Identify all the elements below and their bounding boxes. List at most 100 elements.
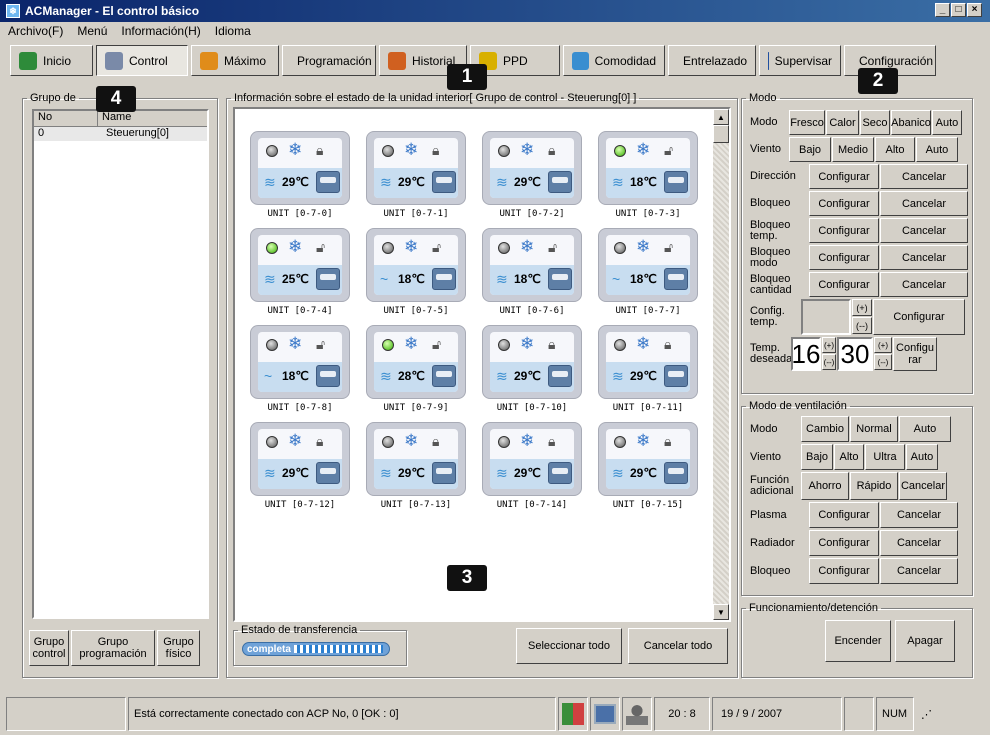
config-temp-configure-button[interactable]: Configurar	[873, 299, 965, 335]
mode-abanico-button[interactable]: Abanico	[891, 110, 931, 135]
indoor-unit[interactable]: ❄ 🔒︎ ≋ 29℃ UNIT [0-7-10]	[482, 325, 582, 417]
column-header-name[interactable]: Name	[98, 111, 131, 126]
vent-cancel-button[interactable]: Cancelar	[880, 558, 958, 584]
toolbar-mximo-button[interactable]: Máximo	[191, 45, 279, 76]
min-temp-plus-button[interactable]: (+)	[822, 337, 836, 353]
function-rápido-button[interactable]: Rápido	[850, 472, 898, 500]
group-control-button[interactable]: Grupo control	[29, 630, 69, 666]
configure-button[interactable]: Configurar	[809, 272, 879, 297]
toolbar-entrelazado-button[interactable]: Entrelazado	[668, 45, 756, 76]
group-physical-button[interactable]: Grupo físico	[157, 630, 200, 666]
indoor-unit[interactable]: ❄ 🔓︎ ≋ 18℃ UNIT [0-7-3]	[598, 131, 698, 223]
toolbar-comodidad-button[interactable]: Comodidad	[563, 45, 665, 76]
vent-mode-auto-button[interactable]: Auto	[899, 416, 951, 442]
vent-configure-button[interactable]: Configurar	[809, 502, 879, 528]
toolbar-programacin-button[interactable]: Programación	[282, 45, 376, 76]
mode-fresco-button[interactable]: Fresco	[789, 110, 825, 135]
toolbar-inicio-button[interactable]: Inicio	[10, 45, 93, 76]
cancel-button[interactable]: Cancelar	[880, 245, 968, 270]
cancel-all-button[interactable]: Cancelar todo	[628, 628, 728, 664]
mode-seco-button[interactable]: Seco	[860, 110, 890, 135]
cancel-button[interactable]: Cancelar	[880, 164, 968, 189]
wind-bajo-button[interactable]: Bajo	[789, 137, 831, 162]
vent-configure-button[interactable]: Configurar	[809, 530, 879, 556]
power-off-button[interactable]: Apagar	[895, 620, 955, 662]
indoor-unit[interactable]: ❄ 🔓︎ ≋ 18℃ UNIT [0-7-6]	[482, 228, 582, 320]
indoor-unit[interactable]: ❄ 🔒︎ ≋ 29℃ UNIT [0-7-11]	[598, 325, 698, 417]
unlock-icon: 🔓︎	[316, 336, 326, 352]
group-schedule-button[interactable]: Grupo programación	[71, 630, 155, 666]
configure-button[interactable]: Configurar	[809, 245, 879, 270]
indoor-unit[interactable]: ❄ 🔒︎ ≋ 29℃ UNIT [0-7-1]	[366, 131, 466, 223]
row-label: Bloqueo temp.	[750, 218, 791, 242]
vent-mode-normal-button[interactable]: Normal	[850, 416, 898, 442]
mode-calor-button[interactable]: Calor	[826, 110, 859, 135]
wind-medio-button[interactable]: Medio	[832, 137, 874, 162]
close-button[interactable]: ×	[967, 3, 982, 17]
vent-wind-ultra-button[interactable]: Ultra	[865, 444, 905, 470]
mode-auto-button[interactable]: Auto	[932, 110, 962, 135]
function-ahorro-button[interactable]: Ahorro	[801, 472, 849, 500]
temp-minus-button[interactable]: (--)	[852, 317, 872, 334]
menu-informacion[interactable]: Información(H)	[121, 24, 200, 38]
config-temp-field[interactable]	[801, 299, 851, 335]
indoor-unit[interactable]: ❄ 🔒︎ ≋ 29℃ UNIT [0-7-15]	[598, 422, 698, 514]
menu-idioma[interactable]: Idioma	[215, 24, 251, 38]
scroll-up-arrow-icon[interactable]: ▲	[713, 109, 729, 125]
power-led-icon	[614, 339, 626, 351]
unlock-icon: 🔓︎	[664, 239, 674, 255]
indoor-unit[interactable]: ❄ 🔒︎ ≋ 29℃ UNIT [0-7-0]	[250, 131, 350, 223]
cancel-button[interactable]: Cancelar	[880, 272, 968, 297]
indoor-unit[interactable]: ❄ 🔒︎ ≋ 29℃ UNIT [0-7-2]	[482, 131, 582, 223]
desired-temp-configure-button[interactable]: Configu rar	[893, 337, 937, 371]
grid-status-icon[interactable]	[558, 697, 588, 731]
cancel-button[interactable]: Cancelar	[880, 218, 968, 243]
indoor-unit[interactable]: ❄ 🔒︎ ≋ 29℃ UNIT [0-7-14]	[482, 422, 582, 514]
indoor-unit[interactable]: ❄ 🔒︎ ≋ 29℃ UNIT [0-7-12]	[250, 422, 350, 514]
toolbar-supervisar-button[interactable]: Supervisar	[759, 45, 841, 76]
resize-grip-icon[interactable]: ⋰	[916, 697, 932, 731]
vertical-scrollbar[interactable]: ▲ ▼	[713, 109, 729, 620]
wind-auto-button[interactable]: Auto	[916, 137, 958, 162]
vent-wind-auto-button[interactable]: Auto	[906, 444, 938, 470]
configure-button[interactable]: Configurar	[809, 191, 879, 216]
scroll-down-arrow-icon[interactable]: ▼	[713, 604, 729, 620]
vent-wind-alto-button[interactable]: Alto	[834, 444, 864, 470]
indoor-unit[interactable]: ❄ 🔓︎ ≋ 28℃ UNIT [0-7-9]	[366, 325, 466, 417]
user-status-icon[interactable]	[622, 697, 652, 731]
wind-alto-button[interactable]: Alto	[875, 137, 915, 162]
status-bar: Está correctamente conectado con ACP No,…	[6, 697, 984, 733]
menu-menu[interactable]: Menú	[77, 24, 107, 38]
status-blank	[6, 697, 126, 731]
vent-wind-bajo-button[interactable]: Bajo	[801, 444, 833, 470]
menu-archivo[interactable]: Archivo(F)	[8, 24, 63, 38]
unit-name: UNIT [0-7-4]	[267, 306, 333, 316]
toolbar-control-button[interactable]: Control	[96, 45, 188, 76]
indoor-unit[interactable]: ❄ 🔓︎ ≋ 25℃ UNIT [0-7-4]	[250, 228, 350, 320]
vent-cancel-button[interactable]: Cancelar	[880, 502, 958, 528]
group-row[interactable]: 0 Steuerung[0]	[34, 127, 207, 141]
maximize-button[interactable]: □	[951, 3, 966, 17]
temp-plus-button[interactable]: (+)	[852, 299, 872, 316]
indoor-unit[interactable]: ❄ 🔓︎ ~18℃ UNIT [0-7-8]	[250, 325, 350, 417]
minimize-button[interactable]: _	[935, 3, 950, 17]
max-temp-plus-button[interactable]: (+)	[874, 337, 892, 353]
vent-configure-button[interactable]: Configurar	[809, 558, 879, 584]
power-on-button[interactable]: Encender	[825, 620, 891, 662]
select-all-button[interactable]: Seleccionar todo	[516, 628, 622, 664]
cancel-button[interactable]: Cancelar	[880, 191, 968, 216]
min-temp-minus-button[interactable]: (--)	[822, 354, 836, 370]
computer-status-icon[interactable]	[590, 697, 620, 731]
column-header-no[interactable]: No	[34, 111, 98, 126]
configure-button[interactable]: Configurar	[809, 218, 879, 243]
vent-cancel-button[interactable]: Cancelar	[880, 530, 958, 556]
function-cancelar-button[interactable]: Cancelar	[899, 472, 947, 500]
scroll-thumb[interactable]	[713, 125, 729, 143]
configure-button[interactable]: Configurar	[809, 164, 879, 189]
max-temp-minus-button[interactable]: (--)	[874, 354, 892, 370]
group-list[interactable]: No Name 0 Steuerung[0]	[32, 109, 209, 619]
indoor-unit[interactable]: ❄ 🔒︎ ≋ 29℃ UNIT [0-7-13]	[366, 422, 466, 514]
vent-mode-cambio-button[interactable]: Cambio	[801, 416, 849, 442]
indoor-unit[interactable]: ❄ 🔓︎ ~18℃ UNIT [0-7-5]	[366, 228, 466, 320]
indoor-unit[interactable]: ❄ 🔓︎ ~18℃ UNIT [0-7-7]	[598, 228, 698, 320]
